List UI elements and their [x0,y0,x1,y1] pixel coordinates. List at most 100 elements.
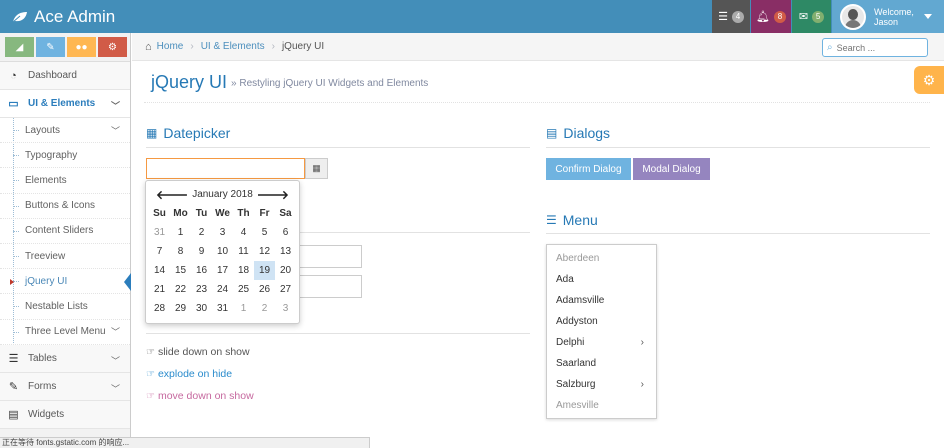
calendar-day[interactable]: 6 [275,223,296,242]
calendar-header: 🡐 January 2018 🡒 [149,184,296,204]
calendar-day[interactable]: 25 [233,280,254,299]
menu-item-saarland[interactable]: Saarland [547,353,656,374]
sidebar-sub-buttons-icons[interactable]: Buttons & Icons [0,194,130,219]
calendar-day[interactable]: 14 [149,261,170,280]
calendar-day[interactable]: 1 [170,223,191,242]
users-icon: ●● [75,41,88,53]
menu-item-salzburg[interactable]: Salzburg › [547,374,656,395]
sidebar-sub-typography[interactable]: Typography [0,143,130,169]
sidebar-item-ui-elements[interactable]: ▭ UI & Elements ﹀ [0,90,130,118]
sidebar-sub-content-sliders[interactable]: Content Sliders [0,219,130,244]
calendar-day[interactable]: 3 [212,223,233,242]
leaf-icon [12,11,27,22]
calendar-day[interactable]: 15 [170,261,191,280]
shortcut-users-button[interactable]: ●● [67,37,96,57]
header-divider [144,102,930,103]
date-input[interactable] [146,158,305,179]
calendar-day[interactable]: 31 [149,223,170,242]
user-menu[interactable]: Welcome, Jason [832,0,944,33]
calendar-day[interactable]: 17 [212,261,233,280]
calendar-day[interactable]: 18 [233,261,254,280]
calendar-day[interactable]: 11 [233,242,254,261]
calendar-day[interactable]: 31 [212,299,233,318]
calendar-day[interactable]: 28 [149,299,170,318]
breadcrumb-section-link[interactable]: UI & Elements [201,41,265,52]
calendar-weekday: Th [237,208,250,219]
calendar-icon: ▦ [146,126,158,140]
menu-item-ada[interactable]: Ada [547,269,656,290]
datepicker-heading: ▦ Datepicker [146,125,231,141]
calendar-day[interactable]: 1 [233,299,254,318]
menu-item-aberdeen: Aberdeen [556,253,600,264]
calendar-day[interactable]: 30 [191,299,212,318]
brand-name: Ace Admin [34,6,116,26]
shortcut-pencil-button[interactable]: ✎ [36,37,65,57]
sidebar-sub-jquery-ui[interactable]: jQuery UI [0,269,131,295]
calendar-day[interactable]: 20 [275,261,296,280]
bars-icon: ☰ [546,213,557,227]
spinner-input[interactable] [296,245,362,268]
sidebar-sub-treeview[interactable]: Treeview [0,244,130,270]
confirm-dialog-button[interactable]: Confirm Dialog [546,158,631,180]
calendar-day[interactable]: 24 [212,280,233,299]
calendar-day[interactable]: 8 [170,242,191,261]
menu-item-delphi[interactable]: Delphi › [547,332,656,353]
shortcut-chart-button[interactable]: ◢ [5,37,34,57]
list-alt-icon: ▤ [546,126,558,140]
hand-right-icon: ☞ [146,346,155,358]
hand-right-icon: ☞ [146,390,155,402]
sidebar-item-dashboard[interactable]: ◔ Dashboard [0,62,130,90]
envelope-icon: ✉ [798,11,809,23]
welcome-text: Welcome, Jason [874,6,914,27]
sidebar-submenu: Layouts ﹀ Typography Elements Buttons & I… [0,118,131,345]
calendar-day[interactable]: 13 [275,242,296,261]
calendar-day[interactable]: 4 [233,223,254,242]
calendar-day[interactable]: 19 [254,261,275,280]
calendar-month-title: January 2018 [192,188,253,200]
calendar-day[interactable]: 21 [149,280,170,299]
sidebar-item-tables[interactable]: ☰ Tables ﹀ [0,344,130,373]
brand[interactable]: Ace Admin [12,0,115,33]
tooltip-link-move-down[interactable]: ☞ move down on show [146,390,254,402]
arrow-left-icon[interactable]: 🡐 [156,187,188,202]
tasks-button[interactable]: ☰ 4 [712,0,750,33]
search-input[interactable] [836,42,917,53]
tooltip-divider [146,333,530,334]
caret-down-icon [923,14,932,19]
calendar-day[interactable]: 29 [170,299,191,318]
calendar-day[interactable]: 7 [149,242,170,261]
settings-toggle-button[interactable]: ⚙ [914,66,944,94]
breadcrumb-separator-icon: › [271,41,275,52]
menu-item-addyston[interactable]: Addyston [547,311,656,332]
messages-button[interactable]: ✉ 5 [792,0,831,33]
active-marker-icon [10,279,14,286]
calendar-day[interactable]: 5 [254,223,275,242]
tooltip-link-slide-down[interactable]: ☞ slide down on show [146,346,250,358]
date-picker-addon[interactable]: ▦ [305,158,328,179]
arrow-right-icon[interactable]: 🡒 [257,187,289,202]
spinner-input-secondary[interactable] [296,275,362,298]
sidebar-sub-three-level-menu[interactable]: Three Level Menu ﹀ [0,320,130,345]
calendar-day[interactable]: 26 [254,280,275,299]
calendar-day[interactable]: 16 [191,261,212,280]
sidebar-item-forms[interactable]: ✎ Forms ﹀ [0,372,130,401]
calendar-day[interactable]: 2 [191,223,212,242]
calendar-day[interactable]: 27 [275,280,296,299]
notifications-button[interactable]: 🔔︎ 8 [751,0,791,33]
tooltip-link-explode[interactable]: ☞ explode on hide [146,368,232,380]
calendar-day[interactable]: 2 [254,299,275,318]
calendar-day[interactable]: 10 [212,242,233,261]
modal-dialog-button[interactable]: Modal Dialog [633,158,710,180]
sidebar-sub-nestable-lists[interactable]: Nestable Lists [0,294,130,320]
calendar-day[interactable]: 3 [275,299,296,318]
sidebar-sub-elements[interactable]: Elements [0,168,130,194]
breadcrumb-home-link[interactable]: Home [157,41,184,52]
menu-item-adamsville[interactable]: Adamsville [547,290,656,311]
sidebar-item-widgets[interactable]: ▤ Widgets [0,400,130,429]
calendar-day[interactable]: 12 [254,242,275,261]
calendar-day[interactable]: 9 [191,242,212,261]
shortcut-cogs-button[interactable]: ⚙ [98,37,127,57]
calendar-day[interactable]: 23 [191,280,212,299]
calendar-day[interactable]: 22 [170,280,191,299]
sidebar-sub-layouts[interactable]: Layouts ﹀ [0,118,130,144]
